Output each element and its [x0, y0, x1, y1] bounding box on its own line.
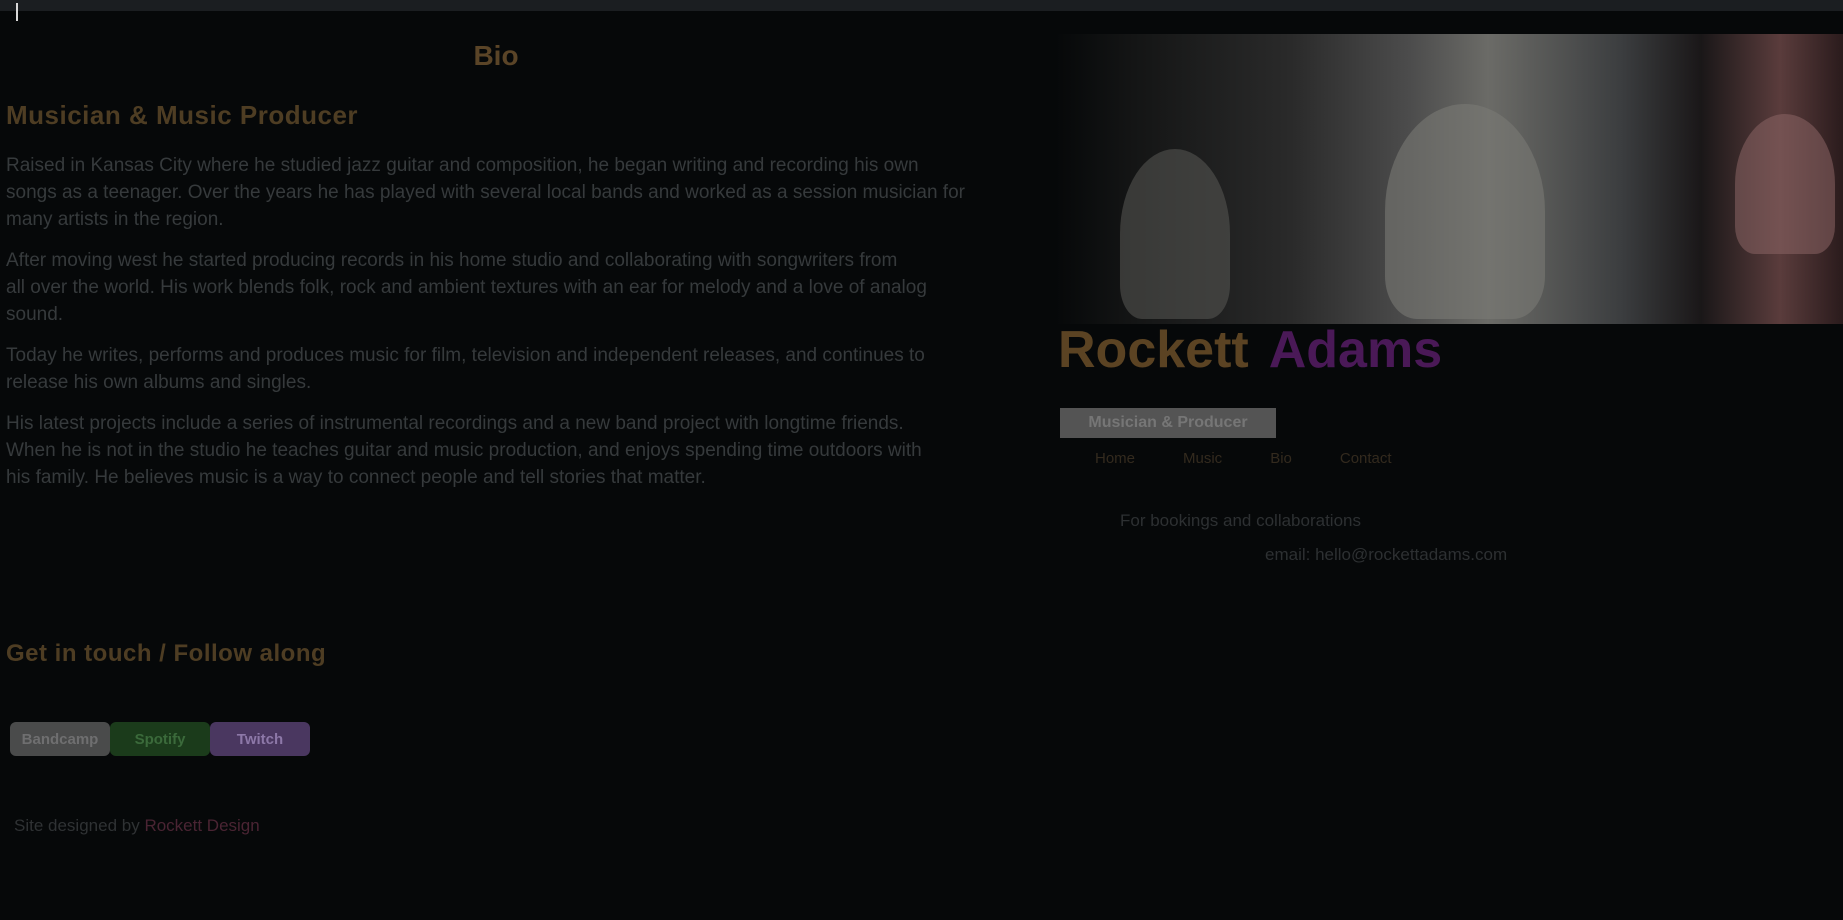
bio-line: many artists in the region. [6, 209, 224, 230]
profile-nav: Home Music Bio Contact [1095, 450, 1392, 467]
bio-text: Raised in Kansas City where he studied j… [6, 152, 986, 505]
bio-section-heading: Bio [473, 40, 519, 71]
nav-link-music[interactable]: Music [1183, 450, 1222, 467]
bio-line: Today he writes, performs and produces m… [6, 345, 925, 366]
profile-column: Rockett Adams Musician & Producer Home M… [1055, 20, 1843, 860]
bio-column: Bio Musician & Music Producer Raised in … [6, 30, 986, 870]
text-cursor [16, 3, 18, 21]
artist-last-name: Adams [1268, 321, 1443, 379]
bandcamp-badge[interactable]: Bandcamp [10, 722, 110, 756]
bio-line: After moving west he started producing r… [6, 250, 898, 271]
artist-first-name: Rockett [1058, 321, 1249, 379]
musician-figure-3 [1735, 114, 1835, 254]
contact-line: For bookings and collaborations [1120, 511, 1361, 530]
bio-line: Raised in Kansas City where he studied j… [6, 155, 919, 176]
nav-link-home[interactable]: Home [1095, 450, 1135, 467]
credit-link[interactable]: Rockett Design [144, 816, 259, 835]
bio-line: all over the world. His work blends folk… [6, 277, 927, 298]
bio-line: his family. He believes music is a way t… [6, 467, 706, 488]
artist-name: Rockett Adams [1058, 320, 1442, 380]
credit-prefix: Site designed by [14, 816, 140, 835]
social-badges: Bandcamp Spotify Twitch [10, 722, 310, 756]
twitch-badge[interactable]: Twitch [210, 722, 310, 756]
browser-top-bar [0, 0, 1843, 11]
spotify-badge[interactable]: Spotify [110, 722, 210, 756]
musician-figure-2 [1385, 104, 1545, 319]
contact-info: For bookings and collaborations email: h… [1120, 504, 1507, 572]
bio-line: songs as a teenager. Over the years he h… [6, 182, 965, 203]
bio-line: sound. [6, 304, 64, 325]
site-credit: Site designed by Rockett Design [14, 816, 260, 836]
nav-link-contact[interactable]: Contact [1340, 450, 1392, 467]
follow-heading: Get in touch / Follow along [6, 640, 327, 667]
artist-tagline: Musician & Producer [1060, 408, 1276, 438]
bio-line: When he is not in the studio he teaches … [6, 440, 922, 461]
bio-sub-heading: Musician & Music Producer [6, 100, 359, 130]
band-photo-banner [1055, 34, 1843, 324]
musician-figure-1 [1120, 149, 1230, 319]
nav-link-bio[interactable]: Bio [1270, 450, 1292, 467]
contact-line: email: hello@rockettadams.com [1265, 545, 1508, 564]
bio-line: His latest projects include a series of … [6, 413, 904, 434]
bio-line: release his own albums and singles. [6, 372, 312, 393]
